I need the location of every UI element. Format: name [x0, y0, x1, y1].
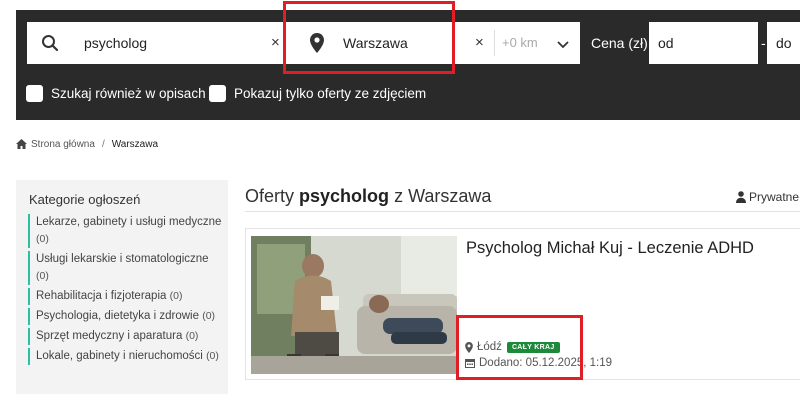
title-query: psycholog [299, 186, 390, 206]
price-from-placeholder: od [658, 35, 674, 51]
category-count: (0) [169, 290, 183, 302]
title-divider [245, 211, 800, 212]
listing-location-highlight-box [456, 315, 583, 380]
category-label[interactable]: Psychologia, dietetyka i zdrowie [36, 310, 199, 322]
photos-only-option[interactable]: Pokazuj tylko oferty ze zdjęciem [209, 82, 426, 104]
price-label: Cena (zł): [591, 35, 652, 51]
title-mid: z [394, 186, 404, 206]
price-to-input[interactable]: do [767, 22, 800, 64]
field-divider [494, 30, 495, 56]
breadcrumb-separator: / [101, 138, 105, 150]
category-item[interactable]: Rehabilitacja i fizjoterapia (0) [28, 288, 224, 305]
category-item[interactable]: Sprzęt medyczny i aparatura (0) [28, 328, 224, 345]
title-prefix: Oferty [245, 186, 295, 206]
query-input-value[interactable]: psycholog [84, 35, 147, 51]
category-label[interactable]: Lekarze, gabinety i usługi medyczne [36, 216, 221, 228]
query-field[interactable]: psycholog × [27, 22, 298, 64]
category-count: (0) [185, 330, 199, 342]
clear-location-icon[interactable]: × [475, 34, 484, 52]
home-icon[interactable] [16, 139, 27, 149]
photos-only-checkbox[interactable] [209, 84, 226, 102]
listing-photo[interactable] [251, 236, 457, 374]
category-label[interactable]: Usługi lekarskie i stomatologiczne [36, 253, 209, 265]
search-descriptions-checkbox[interactable] [26, 84, 43, 102]
listing-title[interactable]: Psycholog Michał Kuj - Leczenie ADHD [466, 239, 754, 258]
price-to-placeholder: do [776, 35, 792, 51]
radius-select-value[interactable]: +0 km [502, 35, 538, 50]
breadcrumb: Strona główna / Warszawa [16, 137, 158, 151]
title-location: Warszawa [408, 186, 492, 206]
category-label[interactable]: Rehabilitacja i fizjoterapia [36, 290, 166, 302]
breadcrumb-home-link[interactable]: Strona główna [31, 139, 95, 150]
search-descriptions-label[interactable]: Szukaj również w opisach [51, 86, 206, 101]
location-highlight-box [283, 1, 455, 74]
category-item[interactable]: Lekarze, gabinety i usługi medyczne (0) [28, 214, 224, 248]
sidebar-title: Kategorie ogłoszeń [29, 192, 141, 207]
category-sidebar: Kategorie ogłoszeń Lekarze, gabinety i u… [16, 180, 228, 394]
category-count: (0) [202, 310, 216, 322]
page-title: Oferty psycholog z Warszawa [245, 186, 491, 207]
price-from-input[interactable]: od [649, 22, 758, 64]
search-icon [41, 34, 59, 57]
chevron-down-icon[interactable] [557, 36, 569, 54]
price-separator: - [761, 35, 766, 51]
category-item[interactable]: Lokale, gabinety i nieruchomości (0) [28, 348, 224, 365]
category-label[interactable]: Lokale, gabinety i nieruchomości [36, 350, 203, 362]
category-list: Lekarze, gabinety i usługi medyczne (0) … [28, 214, 224, 368]
category-label[interactable]: Sprzęt medyczny i aparatura [36, 330, 182, 342]
category-count: (0) [36, 270, 49, 282]
clear-query-icon[interactable]: × [271, 34, 280, 52]
breadcrumb-current: Warszawa [111, 138, 159, 150]
person-icon [736, 191, 746, 203]
category-count: (0) [206, 350, 219, 362]
photos-only-label[interactable]: Pokazuj tylko oferty ze zdjęciem [234, 86, 426, 101]
category-item[interactable]: Psychologia, dietetyka i zdrowie (0) [28, 308, 224, 325]
private-filter-label[interactable]: Prywatne [749, 190, 799, 204]
category-item[interactable]: Usługi lekarskie i stomatologiczne (0) [28, 251, 224, 285]
private-filter[interactable]: Prywatne [736, 190, 799, 204]
search-descriptions-option[interactable]: Szukaj również w opisach [26, 82, 206, 104]
category-count: (0) [36, 233, 49, 245]
